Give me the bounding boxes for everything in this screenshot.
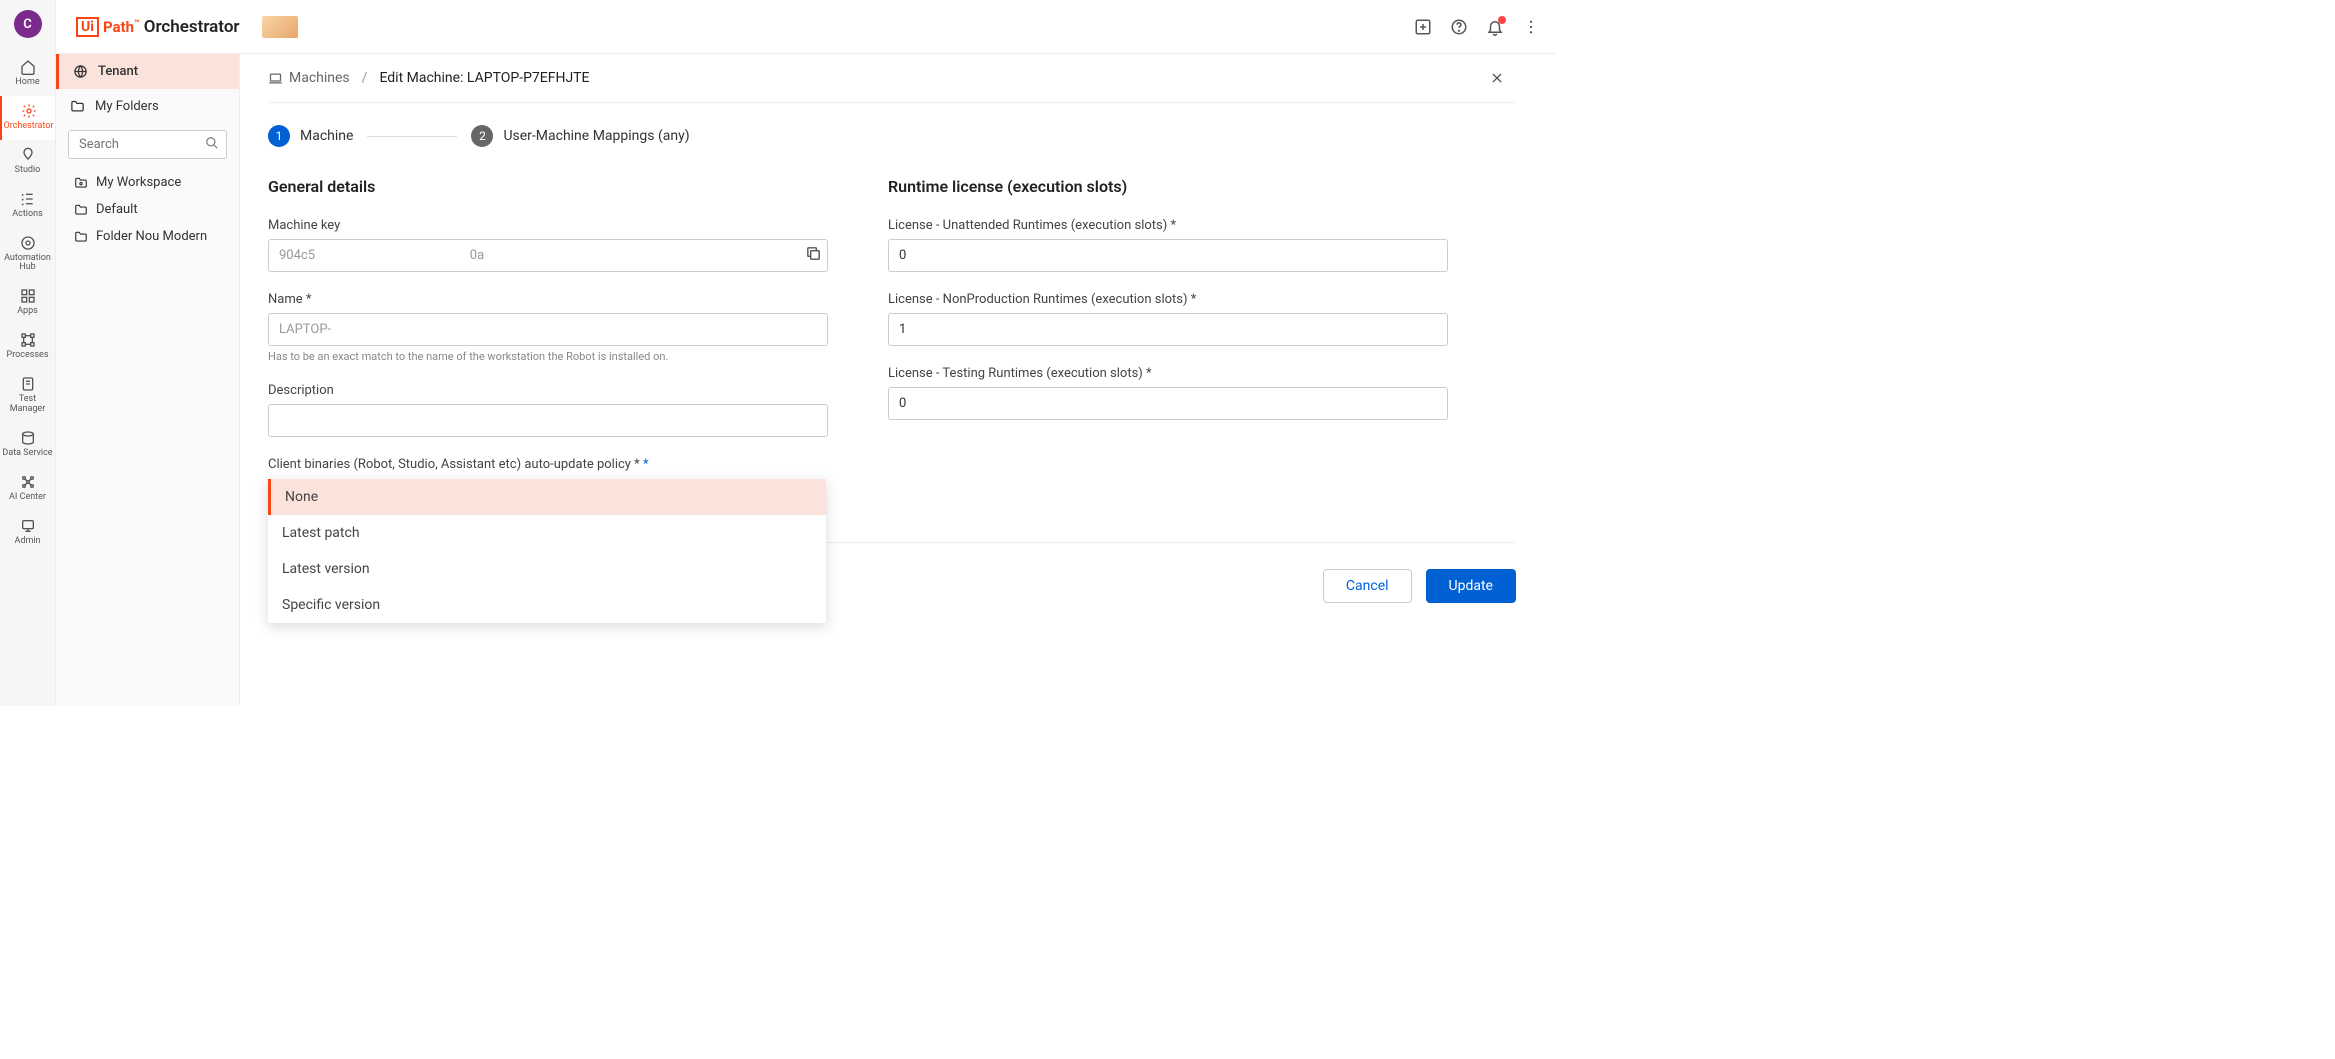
crumb-machines[interactable]: Machines bbox=[268, 70, 350, 86]
stepper: 1 Machine 2 User-Machine Mappings (any) bbox=[268, 103, 1516, 177]
rail-home[interactable]: Home bbox=[0, 52, 55, 96]
sidebar-my-folders[interactable]: My Folders bbox=[56, 89, 239, 124]
dropdown-option-none[interactable]: None bbox=[268, 479, 826, 515]
breadcrumb: Machines / Edit Machine: LAPTOP-P7EFHJTE bbox=[268, 54, 1516, 103]
home-icon bbox=[19, 58, 37, 76]
sidebar-tenant[interactable]: Tenant bbox=[56, 54, 239, 89]
section-general-heading: General details bbox=[268, 177, 828, 196]
content: Machines / Edit Machine: LAPTOP-P7EFHJTE… bbox=[240, 54, 1556, 706]
policy-dropdown-menu: None Latest patch Latest version Specifi… bbox=[268, 479, 826, 623]
rail-automation-hub[interactable]: Automation Hub bbox=[0, 228, 55, 282]
laptop-icon bbox=[268, 71, 283, 86]
testing-field[interactable] bbox=[888, 387, 1448, 420]
orchestrator-icon bbox=[20, 102, 38, 120]
step-user-machine-mappings[interactable]: 2 User-Machine Mappings (any) bbox=[471, 125, 689, 147]
ai-center-icon bbox=[19, 473, 37, 491]
automation-hub-icon bbox=[19, 234, 37, 252]
rail-apps[interactable]: Apps bbox=[0, 281, 55, 325]
dropdown-option-latest-version[interactable]: Latest version bbox=[268, 551, 826, 587]
general-details-section: General details Machine key Name * Has bbox=[268, 177, 828, 492]
folder-default[interactable]: Default bbox=[56, 196, 239, 223]
logo[interactable]: Ui Path™ Orchestrator bbox=[76, 16, 298, 38]
rail-orchestrator[interactable]: Orchestrator bbox=[0, 96, 55, 140]
actions-icon bbox=[19, 190, 37, 208]
machine-key-field[interactable] bbox=[268, 239, 828, 272]
name-field[interactable] bbox=[268, 313, 828, 346]
tenant-logo-icon bbox=[262, 16, 298, 38]
folder-icon bbox=[70, 99, 85, 114]
notification-dot-icon bbox=[1498, 16, 1506, 24]
apps-icon bbox=[19, 287, 37, 305]
name-hint: Has to be an exact match to the name of … bbox=[268, 350, 828, 363]
help-icon[interactable] bbox=[1450, 18, 1468, 36]
folder-icon bbox=[74, 230, 88, 244]
logo-path-text: Path™ bbox=[103, 18, 140, 36]
step-1-number: 1 bbox=[268, 125, 290, 147]
nonprod-field[interactable] bbox=[888, 313, 1448, 346]
search-input[interactable] bbox=[68, 130, 227, 159]
left-rail: C Home Orchestrator Studio Actions Autom… bbox=[0, 0, 56, 706]
nonprod-label: License - NonProduction Runtimes (execut… bbox=[888, 292, 1448, 307]
admin-icon bbox=[19, 517, 37, 535]
add-icon[interactable] bbox=[1414, 18, 1432, 36]
search-icon bbox=[205, 136, 219, 150]
rail-data-service[interactable]: Data Service bbox=[0, 423, 55, 467]
rail-test-manager[interactable]: Test Manager bbox=[0, 369, 55, 423]
crumb-edit-machine: Edit Machine: LAPTOP-P7EFHJTE bbox=[379, 70, 589, 86]
folder-search bbox=[68, 130, 227, 159]
update-button[interactable]: Update bbox=[1426, 569, 1516, 603]
step-2-number: 2 bbox=[471, 125, 493, 147]
data-service-icon bbox=[19, 429, 37, 447]
breadcrumb-separator: / bbox=[362, 70, 368, 86]
testing-label: License - Testing Runtimes (execution sl… bbox=[888, 366, 1448, 381]
description-label: Description bbox=[268, 383, 828, 398]
folder-icon bbox=[74, 203, 88, 217]
rail-studio[interactable]: Studio bbox=[0, 140, 55, 184]
rail-ai-center[interactable]: AI Center bbox=[0, 467, 55, 511]
rail-admin[interactable]: Admin bbox=[0, 511, 55, 555]
description-field[interactable] bbox=[268, 404, 828, 437]
copy-icon[interactable] bbox=[805, 245, 822, 262]
more-icon[interactable] bbox=[1522, 18, 1540, 36]
name-label: Name * bbox=[268, 292, 828, 307]
test-manager-icon bbox=[19, 375, 37, 393]
machine-key-label: Machine key bbox=[268, 218, 828, 233]
runtime-license-section: Runtime license (execution slots) Licens… bbox=[888, 177, 1448, 492]
side-panel: Tenant My Folders My Workspace Default bbox=[56, 54, 240, 706]
folder-my-workspace[interactable]: My Workspace bbox=[56, 169, 239, 196]
unattended-label: License - Unattended Runtimes (execution… bbox=[888, 218, 1448, 233]
close-icon[interactable] bbox=[1490, 71, 1516, 85]
cancel-button[interactable]: Cancel bbox=[1323, 569, 1412, 603]
logo-product: Orchestrator bbox=[144, 17, 240, 37]
dropdown-option-specific-version[interactable]: Specific version bbox=[268, 587, 826, 623]
section-runtime-heading: Runtime license (execution slots) bbox=[888, 177, 1448, 196]
folder-nou-modern[interactable]: Folder Nou Modern bbox=[56, 223, 239, 250]
step-connector bbox=[367, 136, 457, 137]
notifications-icon[interactable] bbox=[1486, 18, 1504, 36]
policy-label: Client binaries (Robot, Studio, Assistan… bbox=[268, 457, 828, 472]
processes-icon bbox=[19, 331, 37, 349]
studio-icon bbox=[19, 146, 37, 164]
avatar[interactable]: C bbox=[14, 10, 42, 38]
step-machine[interactable]: 1 Machine bbox=[268, 125, 353, 147]
unattended-field[interactable] bbox=[888, 239, 1448, 272]
dropdown-option-latest-patch[interactable]: Latest patch bbox=[268, 515, 826, 551]
rail-actions[interactable]: Actions bbox=[0, 184, 55, 228]
logo-ui-icon: Ui bbox=[76, 17, 99, 37]
globe-icon bbox=[73, 64, 88, 79]
rail-processes[interactable]: Processes bbox=[0, 325, 55, 369]
workspace-icon bbox=[74, 176, 88, 190]
topbar: Ui Path™ Orchestrator bbox=[56, 0, 1556, 54]
